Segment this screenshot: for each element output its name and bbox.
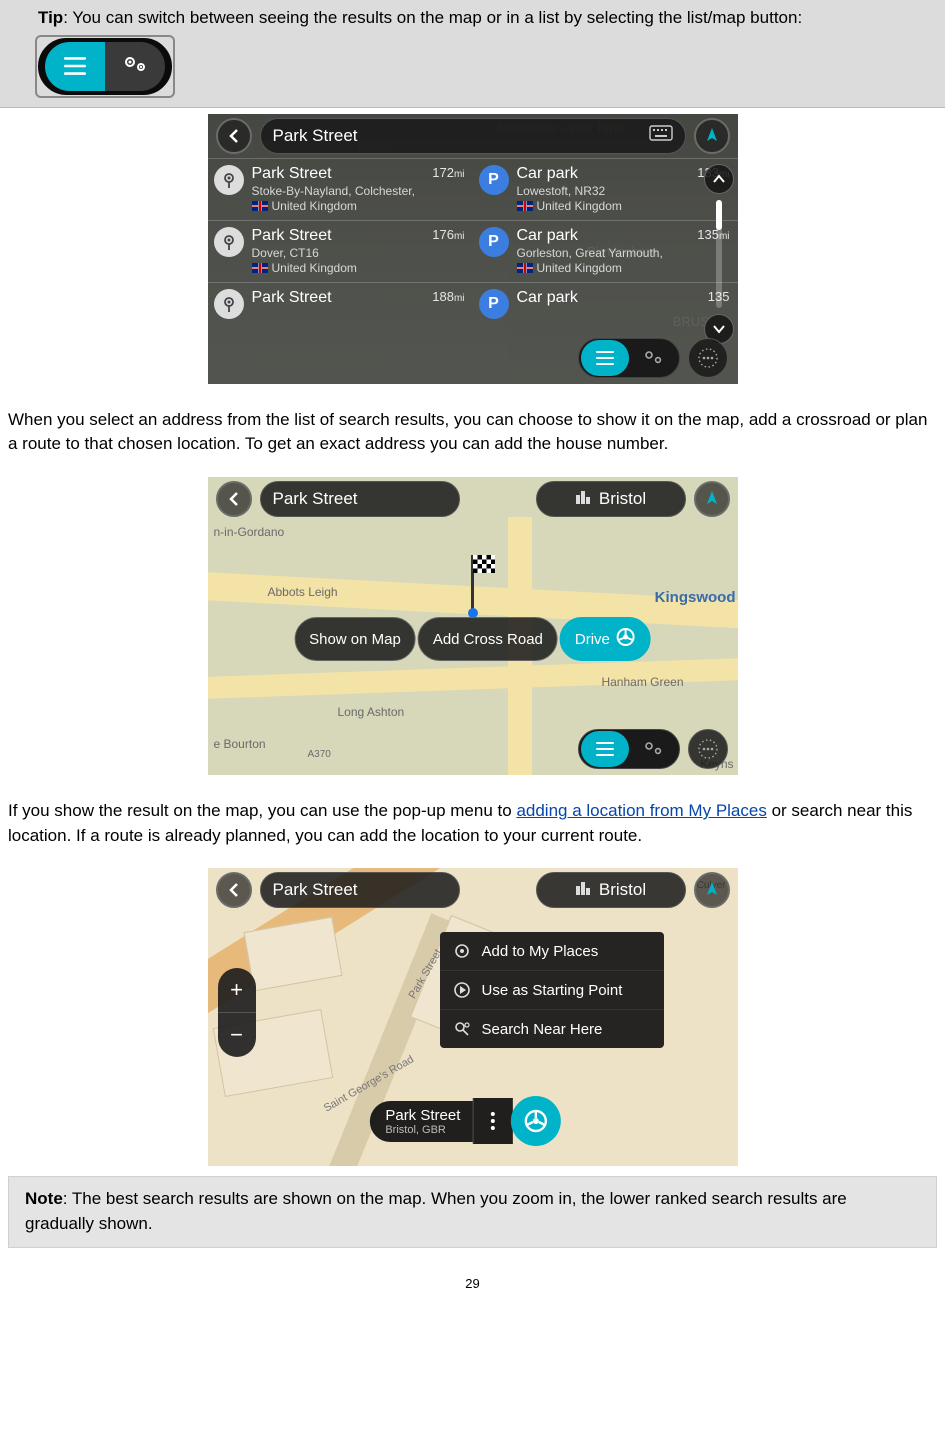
back-button[interactable] [216,872,252,908]
location-pill: Park Street Bristol, GBR [369,1096,560,1146]
add-to-my-places-item[interactable]: Add to My Places [440,932,664,971]
search-near-icon [452,1019,472,1039]
parking-icon: P [479,289,509,319]
search-results-list-screenshot: Newcastle Upon Tyne Belfast Birmingham B… [208,114,738,384]
city-icon [575,489,591,509]
address-pin-icon [214,227,244,257]
search-result-item[interactable]: P Car park133mi Lowestoft, NR32United Ki… [473,158,738,220]
map-label: Abbots Leigh [268,585,338,599]
list-map-toggle[interactable] [578,729,680,769]
drive-button[interactable]: Drive [560,617,651,661]
search-field[interactable]: Park Street [260,118,686,154]
target-icon [452,941,472,961]
map-label: n-in-Gordano [214,525,285,539]
options-button[interactable] [688,338,728,378]
uk-flag-icon [517,201,533,211]
city-pill[interactable]: Bristol [536,872,686,908]
zoom-in-button[interactable]: + [218,968,256,1012]
show-on-map-button[interactable]: Show on Map [294,617,416,661]
my-places-link[interactable]: adding a location from My Places [516,801,766,820]
list-map-toggle[interactable] [578,338,680,378]
list-view-icon [581,340,629,376]
list-view-icon [45,42,105,91]
note-callout: Note: The best search results are shown … [8,1176,937,1247]
destination-flag-icon [468,555,478,618]
steering-wheel-icon [616,627,636,651]
context-menu-screenshot: Park Street Saint George's Road Culver P… [208,868,738,1166]
paragraph-1: When you select an address from the list… [0,394,945,471]
options-button[interactable] [688,729,728,769]
paragraph-2: If you show the result on the map, you c… [0,785,945,862]
parking-icon: P [479,165,509,195]
drive-to-location-button[interactable] [510,1096,560,1146]
list-map-toggle-illustration [38,38,172,95]
orientation-button[interactable] [694,118,730,154]
uk-flag-icon [252,263,268,273]
search-field[interactable]: Park Street [260,872,460,908]
orientation-button[interactable] [694,872,730,908]
zoom-controls: + − [218,968,256,1057]
location-more-button[interactable] [472,1098,512,1144]
search-result-item[interactable]: Park Street188mi [208,282,473,344]
start-icon [452,980,472,1000]
location-info[interactable]: Park Street Bristol, GBR [369,1101,472,1142]
address-pin-icon [214,289,244,319]
result-actions-screenshot: n-in-Gordano Abbots Leigh Long Ashton Ha… [208,477,738,775]
location-sub: Bristol, GBR [385,1124,460,1136]
location-name: Park Street [385,1107,460,1124]
parking-icon: P [479,227,509,257]
back-button[interactable] [216,118,252,154]
city-name: Bristol [599,880,646,900]
city-name: Bristol [599,489,646,509]
uk-flag-icon [517,263,533,273]
keyboard-icon [649,125,673,146]
add-cross-road-button[interactable]: Add Cross Road [418,617,558,661]
scroll-up-button[interactable] [704,164,734,194]
search-result-item[interactable]: Park Street176mi Dover, CT16United Kingd… [208,220,473,282]
search-near-here-item[interactable]: Search Near Here [440,1010,664,1048]
map-label: e Bourton [214,737,266,751]
map-view-icon [629,731,677,767]
search-field[interactable]: Park Street [260,481,460,517]
map-label: A370 [308,749,331,760]
search-result-item[interactable]: P Car park135mi Gorleston, Great Yarmout… [473,220,738,282]
tip-callout: Tip: You can switch between seeing the r… [0,0,945,108]
use-as-starting-point-item[interactable]: Use as Starting Point [440,971,664,1010]
map-label: Hanham Green [601,675,683,689]
search-text: Park Street [273,489,358,509]
uk-flag-icon [252,201,268,211]
map-label: Long Ashton [338,705,405,719]
address-pin-icon [214,165,244,195]
map-view-icon [105,42,165,91]
search-result-item[interactable]: Park Street172mi Stoke-By-Nayland, Colch… [208,158,473,220]
context-menu: Add to My Places Use as Starting Point S… [440,932,664,1048]
tip-text: : You can switch between seeing the resu… [63,8,802,27]
zoom-out-button[interactable]: − [218,1013,256,1057]
city-icon [575,880,591,900]
orientation-button[interactable] [694,481,730,517]
search-text: Park Street [273,126,358,146]
map-label: Kingswood [655,589,736,606]
note-label: Note [25,1189,63,1208]
map-view-icon [629,340,677,376]
search-result-item[interactable]: P Car park135 [473,282,738,344]
search-text: Park Street [273,880,358,900]
city-pill[interactable]: Bristol [536,481,686,517]
back-button[interactable] [216,481,252,517]
tip-label: Tip [38,8,63,27]
note-text: : The best search results are shown on t… [25,1189,847,1233]
list-view-icon [581,731,629,767]
page-number: 29 [0,1276,945,1291]
scroll-rail [704,164,734,344]
